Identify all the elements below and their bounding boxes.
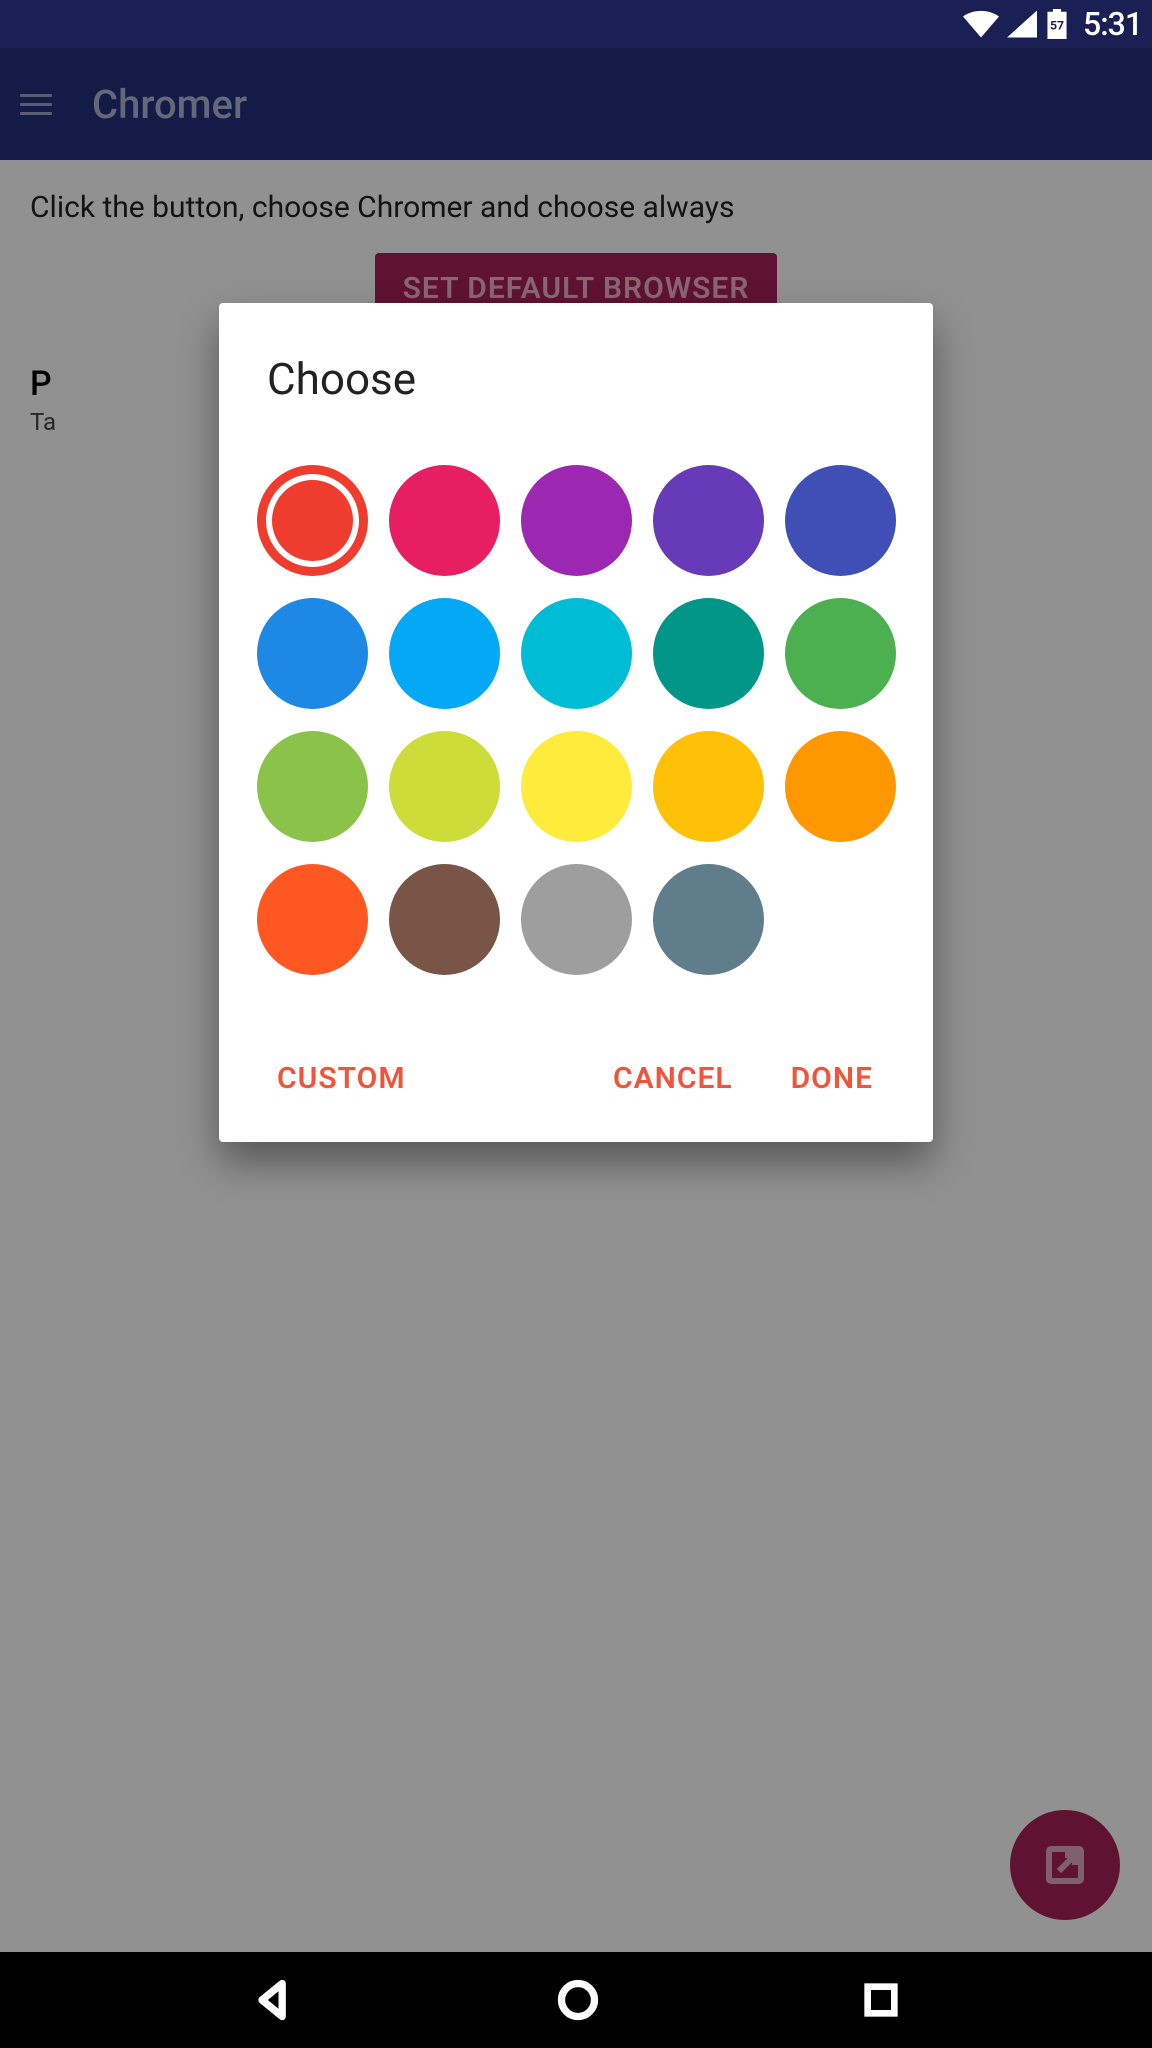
color-swatch[interactable] — [389, 731, 500, 842]
color-swatch[interactable] — [521, 864, 632, 975]
color-swatch[interactable] — [257, 465, 368, 576]
dialog-title: Choose — [267, 353, 885, 405]
color-swatch[interactable] — [257, 731, 368, 842]
color-swatch[interactable] — [785, 598, 896, 709]
status-time: 5:31 — [1083, 5, 1142, 43]
color-swatch[interactable] — [653, 598, 764, 709]
navigation-bar — [0, 1952, 1152, 2048]
color-swatch[interactable] — [389, 598, 500, 709]
color-swatch[interactable] — [521, 465, 632, 576]
recent-apps-icon[interactable] — [861, 1980, 901, 2020]
svg-text:57: 57 — [1050, 18, 1064, 32]
color-picker-dialog: Choose CUSTOM CANCEL DONE — [219, 303, 933, 1142]
status-bar: 57 5:31 — [0, 0, 1152, 48]
custom-button[interactable]: CUSTOM — [271, 1053, 412, 1104]
color-swatch[interactable] — [389, 864, 500, 975]
battery-icon: 57 — [1045, 9, 1069, 39]
done-button[interactable]: DONE — [785, 1053, 879, 1104]
color-swatch[interactable] — [389, 465, 500, 576]
color-swatch[interactable] — [257, 598, 368, 709]
home-icon[interactable] — [556, 1978, 600, 2022]
wifi-icon — [963, 10, 999, 38]
color-swatch[interactable] — [785, 731, 896, 842]
color-palette — [267, 465, 885, 975]
back-icon[interactable] — [251, 1978, 295, 2022]
dialog-actions: CUSTOM CANCEL DONE — [267, 1045, 885, 1122]
color-swatch[interactable] — [785, 465, 896, 576]
color-swatch[interactable] — [521, 598, 632, 709]
color-swatch[interactable] — [653, 731, 764, 842]
color-swatch[interactable] — [653, 864, 764, 975]
modal-scrim[interactable]: Choose CUSTOM CANCEL DONE — [0, 48, 1152, 1952]
color-swatch[interactable] — [257, 864, 368, 975]
color-swatch[interactable] — [521, 731, 632, 842]
cancel-button[interactable]: CANCEL — [607, 1053, 739, 1104]
cell-signal-icon — [1007, 10, 1037, 38]
color-swatch[interactable] — [653, 465, 764, 576]
